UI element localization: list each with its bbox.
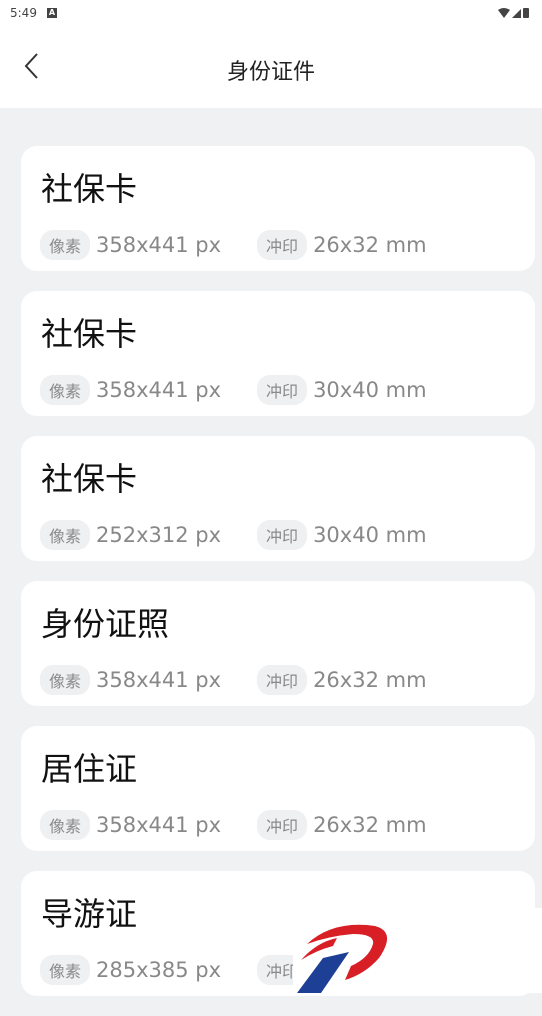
print-value: 30x40 mm bbox=[313, 378, 427, 402]
card-meta: 像素 252x312 px 冲印 30x40 mm bbox=[40, 520, 427, 550]
status-time: 5:49 bbox=[10, 6, 37, 20]
document-card[interactable]: 社保卡 像素 252x312 px 冲印 30x40 mm bbox=[21, 436, 535, 561]
document-card[interactable]: 身份证照 像素 358x441 px 冲印 26x32 mm bbox=[21, 581, 535, 706]
card-title: 社保卡 bbox=[41, 170, 138, 208]
status-icons bbox=[498, 8, 529, 18]
card-title: 身份证照 bbox=[41, 605, 170, 643]
print-info: 冲印 26x32 mm bbox=[257, 665, 427, 695]
signal-icon bbox=[512, 9, 521, 18]
card-meta: 像素 358x441 px 冲印 26x32 mm bbox=[40, 230, 427, 260]
pixel-info: 像素 358x441 px bbox=[40, 230, 221, 260]
app-header: 身份证件 bbox=[0, 28, 542, 108]
wifi-icon bbox=[498, 8, 510, 18]
watermark-logo bbox=[293, 908, 542, 993]
pixel-label-chip: 像素 bbox=[40, 375, 91, 405]
status-bar: 5:49 A bbox=[0, 0, 542, 28]
print-label-chip: 冲印 bbox=[257, 230, 308, 260]
pixel-value: 358x441 px bbox=[96, 668, 222, 692]
card-title: 社保卡 bbox=[41, 315, 138, 353]
print-value: 30x40 mm bbox=[313, 523, 427, 547]
pixel-info: 像素 358x441 px bbox=[40, 665, 221, 695]
document-card[interactable]: 居住证 像素 358x441 px 冲印 26x32 mm bbox=[21, 726, 535, 851]
document-card[interactable]: 社保卡 像素 358x441 px 冲印 26x32 mm bbox=[21, 146, 535, 271]
print-label-chip: 冲印 bbox=[257, 810, 308, 840]
document-list: 社保卡 像素 358x441 px 冲印 26x32 mm 社保卡 像素 358… bbox=[21, 146, 535, 1016]
print-label-chip: 冲印 bbox=[257, 375, 308, 405]
pixel-info: 像素 285x385 px bbox=[40, 955, 221, 985]
card-meta: 像素 358x441 px 冲印 26x32 mm bbox=[40, 665, 427, 695]
pixel-value: 285x385 px bbox=[96, 958, 222, 982]
print-info: 冲印 30x40 mm bbox=[257, 520, 427, 550]
pixel-value: 358x441 px bbox=[96, 378, 222, 402]
print-info: 冲印 26x32 mm bbox=[257, 810, 427, 840]
card-title: 社保卡 bbox=[41, 460, 138, 498]
pixel-info: 像素 252x312 px bbox=[40, 520, 221, 550]
print-label-chip: 冲印 bbox=[257, 520, 308, 550]
pixel-label-chip: 像素 bbox=[40, 810, 91, 840]
battery-icon bbox=[523, 8, 529, 18]
card-title: 导游证 bbox=[41, 895, 138, 933]
pixel-label-chip: 像素 bbox=[40, 520, 91, 550]
card-meta: 像素 285x385 px 冲印 bbox=[40, 955, 313, 985]
document-card[interactable]: 社保卡 像素 358x441 px 冲印 30x40 mm bbox=[21, 291, 535, 416]
print-info: 冲印 26x32 mm bbox=[257, 230, 427, 260]
print-value: 26x32 mm bbox=[313, 813, 427, 837]
pixel-info: 像素 358x441 px bbox=[40, 810, 221, 840]
pixel-label-chip: 像素 bbox=[40, 665, 91, 695]
print-value: 26x32 mm bbox=[313, 233, 427, 257]
pixel-value: 252x312 px bbox=[96, 523, 222, 547]
print-info: 冲印 30x40 mm bbox=[257, 375, 427, 405]
page-title: 身份证件 bbox=[226, 60, 315, 85]
pixel-label-chip: 像素 bbox=[40, 955, 91, 985]
logo-icon bbox=[297, 924, 388, 993]
print-label-chip: 冲印 bbox=[257, 665, 308, 695]
pixel-value: 358x441 px bbox=[96, 233, 222, 257]
card-meta: 像素 358x441 px 冲印 30x40 mm bbox=[40, 375, 427, 405]
pixel-info: 像素 358x441 px bbox=[40, 375, 221, 405]
card-title: 居住证 bbox=[41, 750, 138, 788]
print-value: 26x32 mm bbox=[313, 668, 427, 692]
pixel-value: 358x441 px bbox=[96, 813, 222, 837]
notification-icon: A bbox=[47, 8, 57, 18]
pixel-label-chip: 像素 bbox=[40, 230, 91, 260]
card-meta: 像素 358x441 px 冲印 26x32 mm bbox=[40, 810, 427, 840]
